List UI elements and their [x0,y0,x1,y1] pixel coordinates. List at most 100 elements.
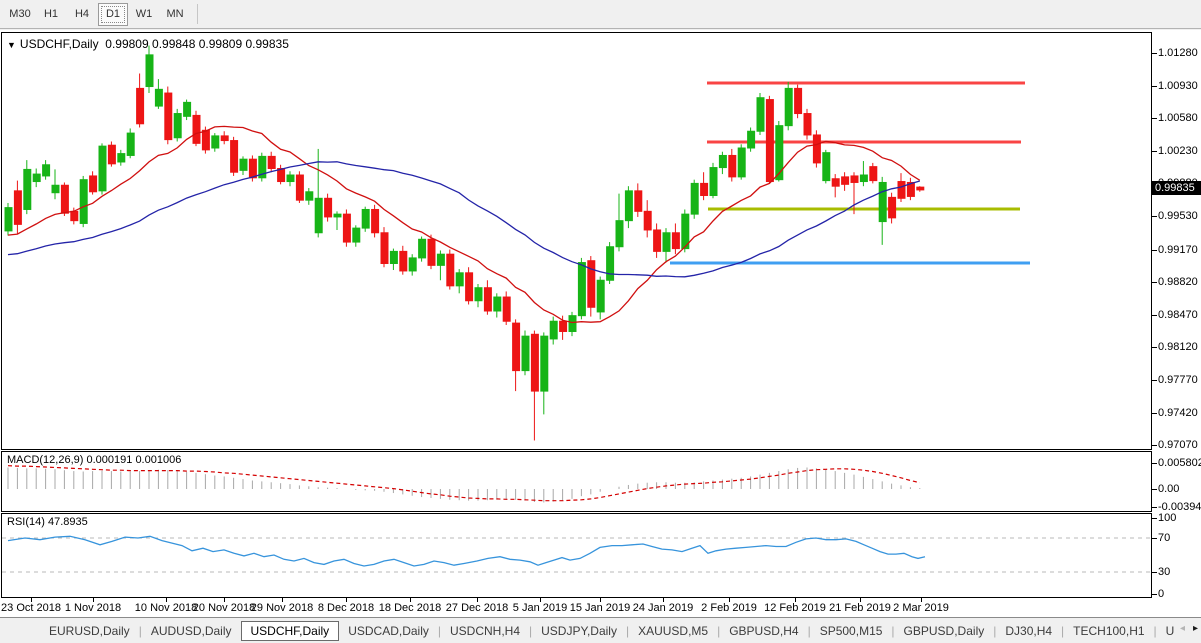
date-label: 10 Nov 2018 [135,602,197,614]
ohlc-low: 0.99809 [199,37,242,51]
macd-tick [1152,489,1157,490]
candle-body [118,154,125,162]
price-tick [1152,380,1157,381]
chart-tab-usdchf[interactable]: USDCHF,Daily [241,621,340,641]
macd-axis-label: 0.00 [1158,483,1179,495]
candle-body [362,209,369,228]
timeframe-button-mn[interactable]: MN [160,3,190,26]
timeframe-button-h4[interactable]: H4 [67,3,97,26]
date-label: 29 Nov 2018 [251,602,313,614]
chart-tab-gbpusd[interactable]: GBPUSD,Daily [895,621,994,641]
rsi-plot-border [2,514,1152,598]
chart-tab-sp500[interactable]: SP500,M15 [811,621,892,641]
candle-body [193,115,200,143]
timeframe-button-d1[interactable]: D1 [98,3,128,26]
chart-tab-dj30[interactable]: DJ30,H4 [996,621,1061,641]
macd-axis-label: 0.005802 [1158,457,1201,469]
candle-body [550,321,557,339]
price-tick [1152,151,1157,152]
candle-body [541,336,548,391]
candle-body [607,247,614,281]
price-axis-label: 1.00230 [1158,145,1198,157]
candle-body [569,316,576,332]
toolbar-divider [197,4,198,24]
candle-body [785,88,792,125]
timeframe-button-h1[interactable]: H1 [36,3,66,26]
price-tick [1152,216,1157,217]
rsi-indicator-panel[interactable] [0,513,1201,598]
tab-scroll-right-icon[interactable]: ▸ [1193,621,1198,637]
candle-body [578,263,585,316]
tab-scroll-left-icon[interactable]: ◂ [1180,621,1185,637]
price-tick [1152,445,1157,446]
candle-body [494,297,501,311]
candle-body [43,165,50,176]
candle-body [174,114,181,138]
price-axis-label: 1.00930 [1158,80,1198,92]
candle-body [71,211,78,220]
candle-body [456,273,463,286]
price-axis-label: 0.97770 [1158,374,1198,386]
candle-body [898,182,905,199]
price-tick [1152,53,1157,54]
candle-body [889,197,896,217]
rsi-axis-label: 0 [1158,588,1164,600]
candle-body [710,168,717,196]
candle-body [842,177,849,184]
candle-body [108,145,115,164]
price-tick [1152,250,1157,251]
candle-body [757,98,764,132]
price-axis-label: 0.97420 [1158,407,1198,419]
candle-body [644,211,651,230]
chart-tab-eurusd[interactable]: EURUSD,Daily [40,621,139,641]
chart-tab-gbpusd[interactable]: GBPUSD,H4 [720,621,807,641]
chart-plot-border [2,33,1152,450]
chart-tab-audusd[interactable]: AUDUSD,Daily [142,621,241,641]
date-label: 23 Oct 2018 [1,602,61,614]
chart-tab-usdcnh[interactable]: USDCNH,H4 [441,621,529,641]
candle-body [738,148,745,177]
candle-body [691,183,698,214]
price-axis-label: 0.98470 [1158,309,1198,321]
candle-body [127,133,134,155]
candle-body [804,114,811,135]
candle-body [14,191,21,225]
chart-tab-usdjpy[interactable]: USDJPY,Daily [532,621,626,641]
candle-body [268,156,275,168]
macd-name: MACD(12,26,9) [7,454,83,466]
candle-body [99,146,106,191]
candle-body [155,89,162,106]
timeframe-button-w1[interactable]: W1 [129,3,159,26]
chart-tab-usdcad[interactable]: USDCAD,Daily [339,621,438,641]
main-price-chart[interactable] [0,32,1201,450]
candle-body [851,176,858,183]
candle-body [522,336,529,370]
symbol-dropdown-icon[interactable]: ▼ [7,40,16,50]
candle-body [343,214,350,242]
chart-tab-xauusd[interactable]: XAUUSD,M5 [629,621,717,641]
candle-body [672,233,679,249]
timeframe-button-m30[interactable]: M30 [5,3,35,26]
candle-body [860,175,867,182]
chart-tab-tech100[interactable]: TECH100,H1 [1064,621,1153,641]
candle-body [663,233,670,252]
candle-body [917,187,924,190]
rsi-tick [1152,518,1157,519]
price-tick [1152,413,1157,414]
rsi-tick [1152,572,1157,573]
candle-body [184,102,191,116]
candle-body [503,297,510,321]
date-label: 15 Jan 2019 [570,602,631,614]
date-label: 1 Nov 2018 [65,602,121,614]
candle-body [776,126,783,180]
price-axis-label: 0.99170 [1158,244,1198,256]
candle-body [287,175,294,182]
chart-tab-bar: EURUSD,Daily|AUDUSD,DailyUSDCHF,DailyUSD… [0,617,1201,643]
candle-body [616,221,623,247]
price-axis-label: 0.98820 [1158,276,1198,288]
rsi-name: RSI(14) [7,516,45,528]
candle-body [334,214,341,217]
candle-body [729,155,736,176]
macd-tick [1152,507,1157,508]
candle-body [325,198,332,217]
